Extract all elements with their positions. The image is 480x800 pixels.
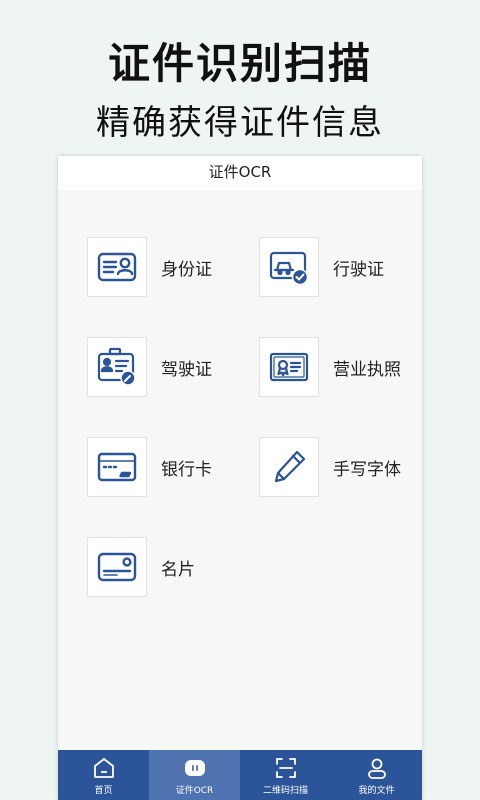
ocr-icon	[184, 760, 205, 776]
profile-icon	[367, 758, 386, 779]
handwriting-icon	[274, 450, 306, 483]
tab-home-label: 首页	[94, 786, 113, 796]
promo-title: 证件识别扫描	[107, 39, 372, 88]
business-license-icon	[269, 352, 309, 382]
promo-subtitle: 精确获得证件信息	[96, 103, 384, 143]
tab-ocr-label: 证件OCR	[175, 786, 214, 796]
id-card-icon	[97, 252, 137, 282]
business-card-item[interactable]: 名片	[87, 537, 195, 597]
phone-screen: 证件OCR 身份证 行驶证 驾驶证 营业执照 银行卡 手写字体 名片 首页 证件…	[58, 156, 422, 800]
handwriting-item[interactable]: 手写字体	[259, 437, 401, 497]
tab-profile[interactable]: 我的文件	[331, 750, 422, 800]
bank-card-label: 银行卡	[161, 459, 212, 480]
business-license-item[interactable]: 营业执照	[259, 337, 401, 397]
tab-qr-scan-label: 二维码扫描	[262, 786, 308, 796]
tab-qr-scan[interactable]: 二维码扫描	[240, 750, 331, 800]
home-icon	[93, 758, 114, 778]
vehicle-license-item[interactable]: 行驶证	[259, 237, 384, 297]
business-card-label: 名片	[161, 559, 195, 580]
id-card-item[interactable]: 身份证	[87, 237, 212, 297]
bottom-tab-bar: 首页 证件OCR 二维码扫描 我的文件	[58, 750, 422, 800]
tab-profile-label: 我的文件	[358, 786, 395, 796]
driver-license-icon	[97, 347, 136, 386]
handwriting-label: 手写字体	[333, 459, 401, 480]
driver-license-label: 驾驶证	[161, 359, 212, 380]
tab-home[interactable]: 首页	[58, 750, 149, 800]
driver-license-item[interactable]: 驾驶证	[87, 337, 212, 397]
business-license-label: 营业执照	[333, 359, 401, 380]
bank-card-icon	[97, 452, 137, 482]
tab-ocr[interactable]: 证件OCR	[149, 750, 240, 800]
bank-card-item[interactable]: 银行卡	[87, 437, 212, 497]
vehicle-license-icon	[269, 251, 309, 286]
app-title: 证件OCR	[58, 156, 422, 190]
id-card-label: 身份证	[161, 259, 212, 280]
vehicle-license-label: 行驶证	[333, 259, 384, 280]
qr-scan-icon	[275, 758, 296, 778]
business-card-icon	[97, 552, 137, 582]
